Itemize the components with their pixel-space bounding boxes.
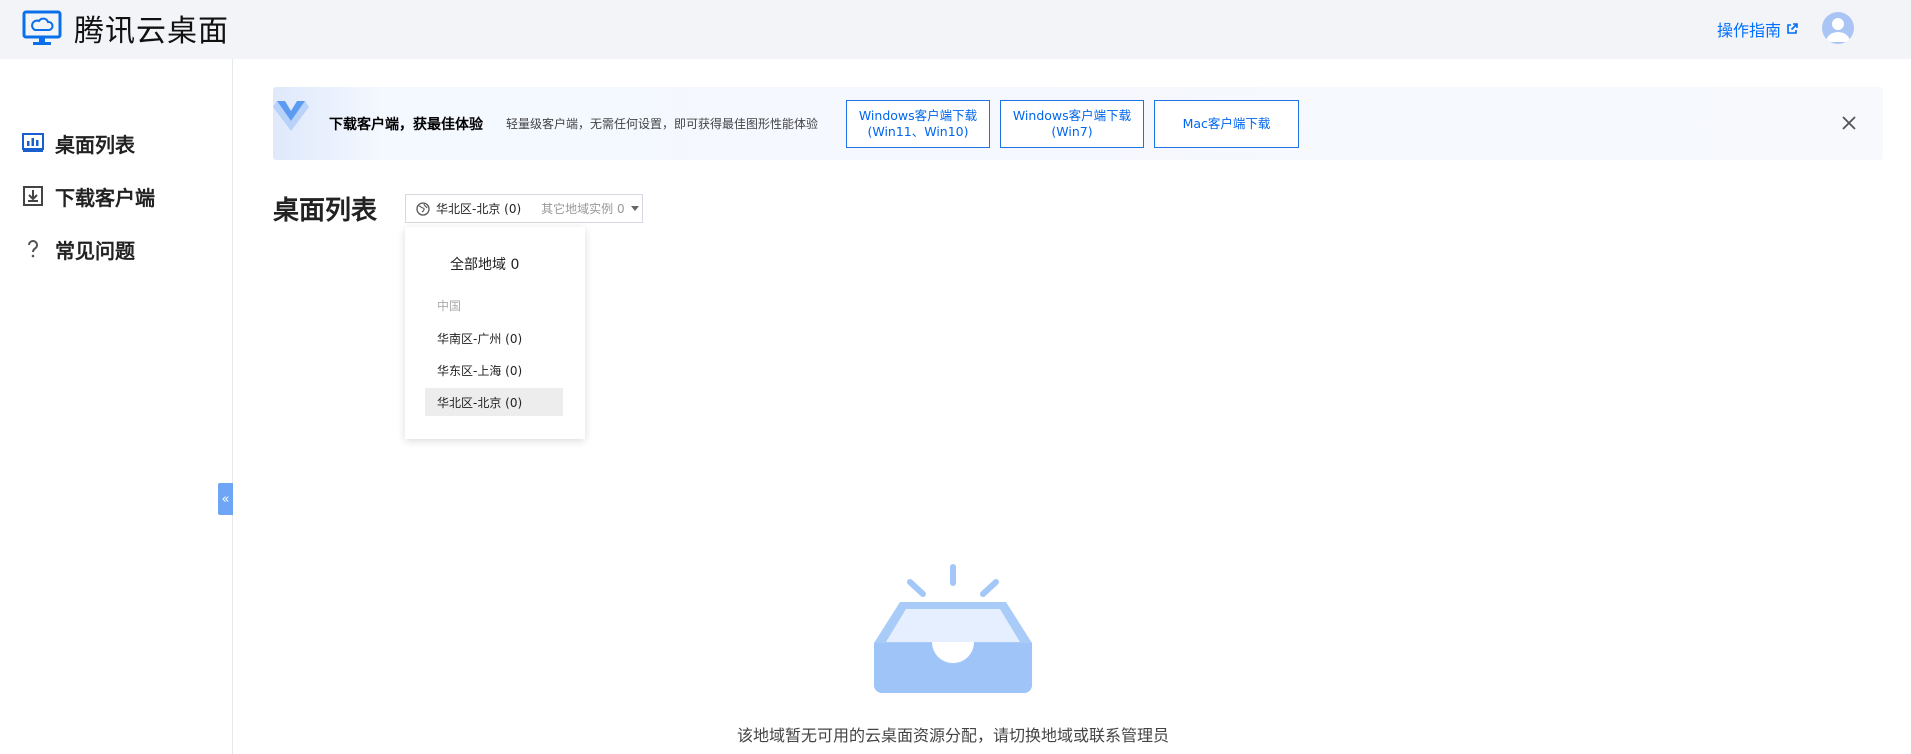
guide-link[interactable]: 操作指南 xyxy=(1717,16,1798,42)
user-avatar-icon[interactable] xyxy=(1822,12,1854,44)
dropdown-item-guangzhou[interactable]: 华南区-广州 (0) xyxy=(425,324,563,352)
sidebar-collapse-button[interactable]: « xyxy=(218,483,233,515)
monitor-cloud-icon xyxy=(22,10,62,45)
empty-state-message: 该地域暂无可用的云桌面资源分配，请切换地域或联系管理员 xyxy=(736,726,1169,745)
page-title: 桌面列表 xyxy=(273,196,378,226)
dropdown-item-beijing[interactable]: 华北区-北京 (0) xyxy=(425,388,563,416)
external-link-icon xyxy=(1787,23,1798,34)
download-icon xyxy=(23,186,43,206)
sidebar-item-faq[interactable]: 常见问题 xyxy=(22,234,135,264)
download-windows-win7-button[interactable]: Windows客户端下载 (Win7) xyxy=(1000,100,1144,148)
download-windows-win11-button[interactable]: Windows客户端下载 (Win11、Win10) xyxy=(846,100,990,148)
download-mac-button[interactable]: Mac客户端下载 xyxy=(1154,100,1299,148)
empty-inbox-icon xyxy=(874,564,1032,693)
question-icon xyxy=(28,240,38,258)
sidebar-item-desktop-list[interactable]: 桌面列表 xyxy=(22,128,135,158)
brand-name: 腾讯云桌面 xyxy=(74,14,229,49)
sidebar-item-label: 常见问题 xyxy=(55,238,135,263)
top-header: 腾讯云桌面 操作指南 xyxy=(0,0,1911,59)
dropdown-item-shanghai[interactable]: 华东区-上海 (0) xyxy=(425,356,563,384)
chevron-double-left-icon: « xyxy=(221,491,230,507)
desktop-list-icon xyxy=(22,133,44,152)
caret-down-icon xyxy=(630,206,639,211)
sidebar-item-download[interactable]: 下载客户端 xyxy=(22,181,155,211)
globe-icon xyxy=(416,201,430,216)
region-dropdown: 全部地域 0 中国 华南区-广州 (0) 华东区-上海 (0) 华北区-北京 (… xyxy=(405,227,585,439)
dropdown-group-label: 中国 xyxy=(437,299,462,313)
sidebar: 桌面列表 下载客户端 常见问题 « xyxy=(0,59,233,754)
sidebar-item-label: 下载客户端 xyxy=(55,185,155,210)
download-banner: 下载客户端，获最佳体验 轻量级客户端，无需任何设置，即可获得最佳图形性能体验 W… xyxy=(273,87,1883,160)
dropdown-all-regions[interactable]: 全部地域 0 xyxy=(450,254,519,274)
region-select[interactable]: 华北区-北京 (0) 其它地域实例 0 xyxy=(405,194,643,223)
sidebar-item-label: 桌面列表 xyxy=(55,132,135,157)
region-other-instances: 其它地域实例 0 xyxy=(541,202,625,216)
guide-label: 操作指南 xyxy=(1717,21,1782,40)
banner-description: 轻量级客户端，无需任何设置，即可获得最佳图形性能体验 xyxy=(506,117,819,131)
close-icon xyxy=(1842,116,1856,130)
banner-close-button[interactable] xyxy=(1836,110,1862,136)
banner-title: 下载客户端，获最佳体验 xyxy=(329,117,483,133)
brand[interactable]: 腾讯云桌面 xyxy=(22,8,229,49)
region-current: 华北区-北京 (0) xyxy=(436,202,522,216)
